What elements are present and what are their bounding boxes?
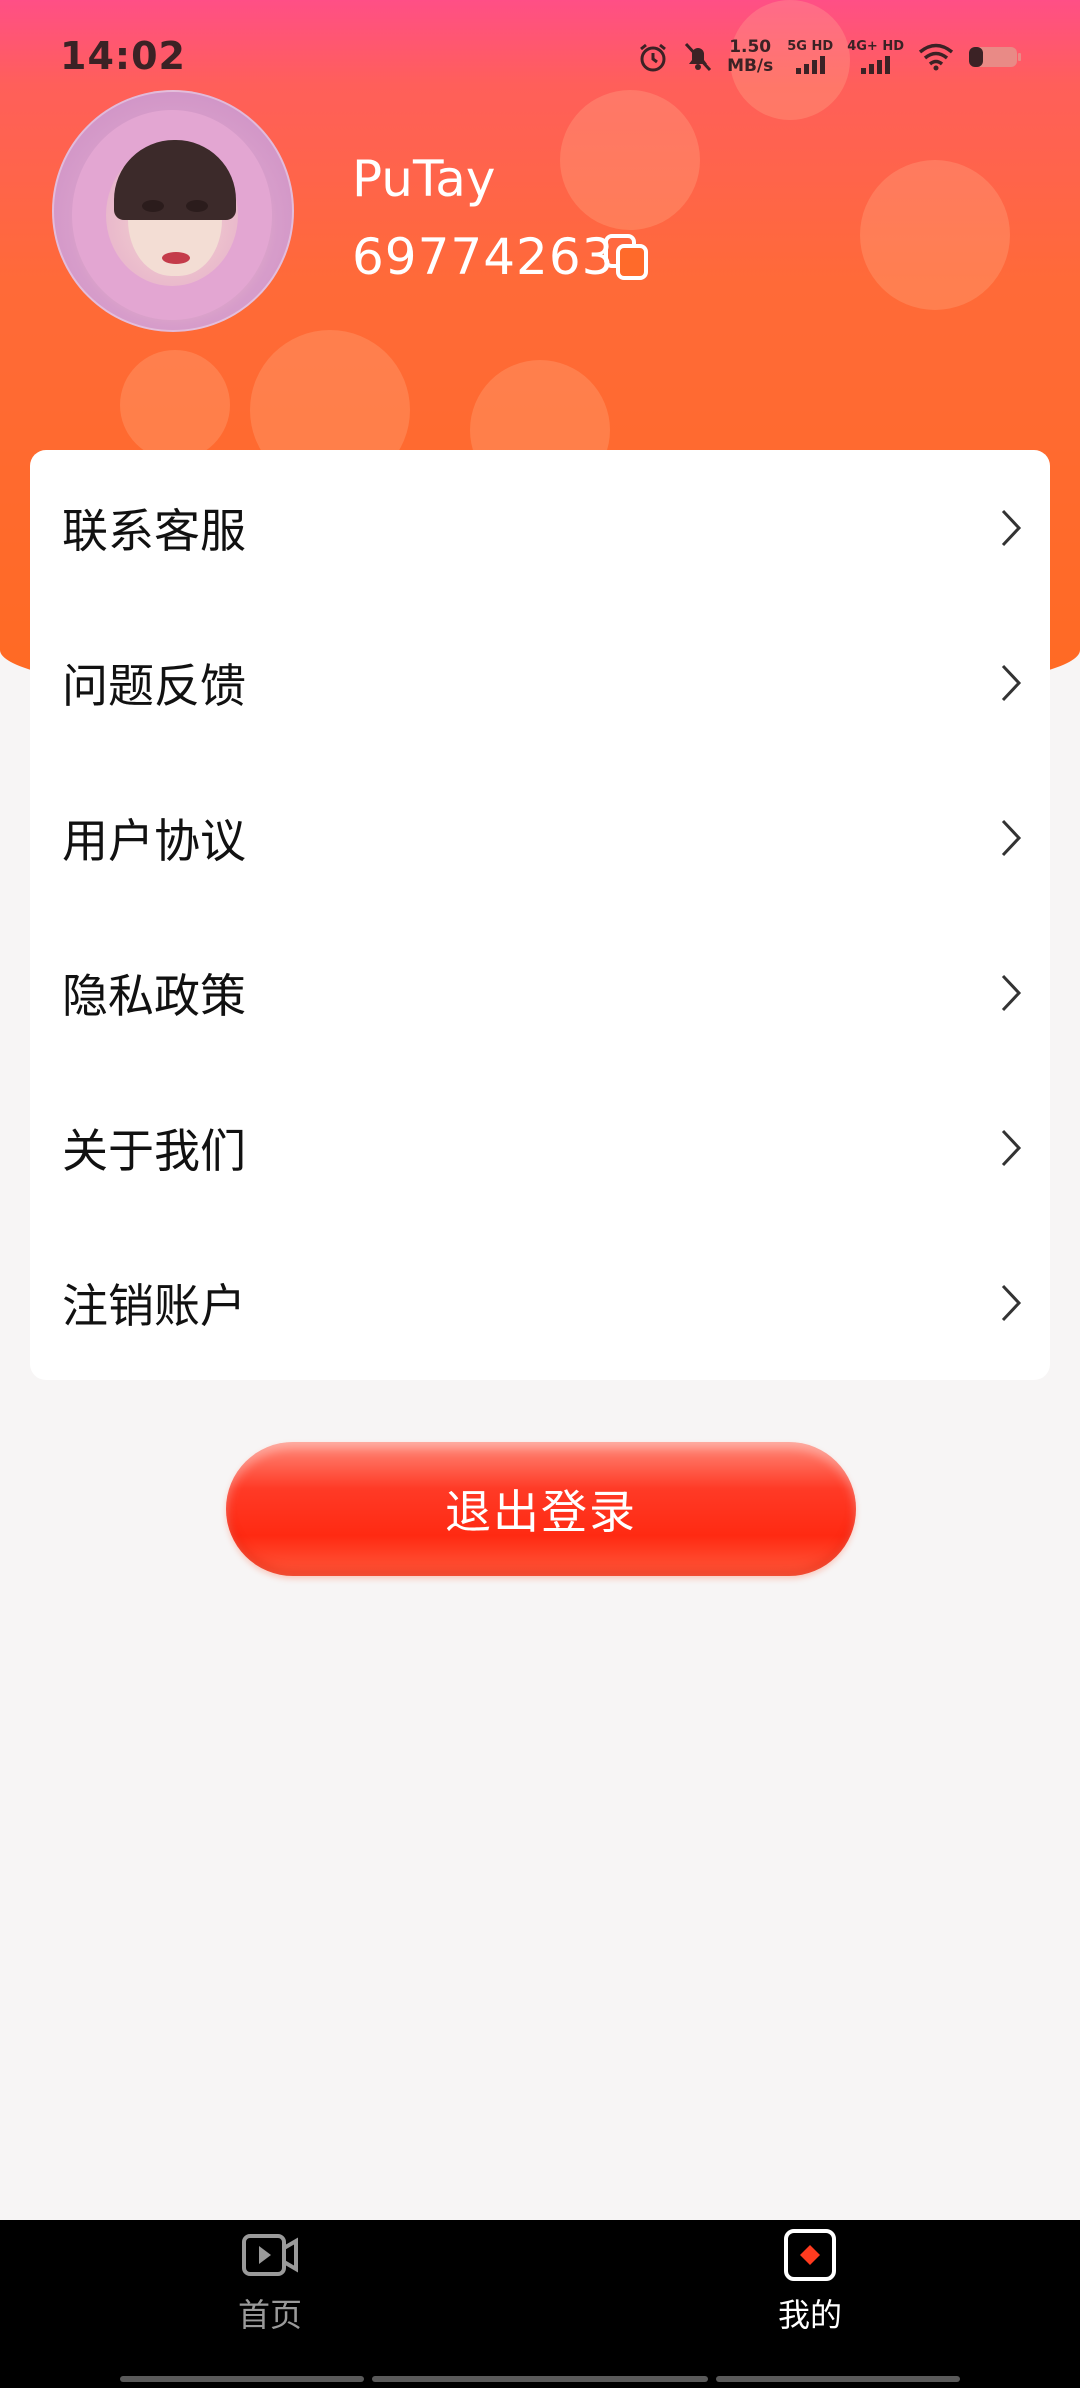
video-play-icon (242, 2234, 298, 2276)
sim2-label: 4G+ HD (847, 39, 904, 54)
nav-item-me[interactable]: 我的 (710, 2220, 910, 2370)
menu-item-label: 问题反馈 (62, 658, 246, 713)
menu-item-delete-account[interactable]: 注销账户 (30, 1225, 1050, 1380)
net-speed-unit: MB/s (727, 56, 774, 76)
menu-item-label: 联系客服 (62, 503, 246, 558)
battery-icon (969, 47, 1021, 67)
chevron-right-icon (1001, 664, 1022, 701)
mute-bell-icon (684, 42, 712, 72)
profile-square-icon (784, 2229, 836, 2281)
net-speed-value: 1.50 (729, 37, 772, 57)
chevron-right-icon (1001, 819, 1022, 856)
menu-item-contact-support[interactable]: 联系客服 (30, 450, 1050, 605)
menu-item-label: 关于我们 (62, 1123, 246, 1178)
chevron-right-icon (1001, 1284, 1022, 1321)
net-speed: 1.50 MB/s (727, 38, 773, 76)
signal-icon (795, 56, 825, 74)
chevron-right-icon (1001, 974, 1022, 1011)
menu-item-label: 注销账户 (62, 1278, 246, 1333)
menu-item-user-agreement[interactable]: 用户协议 (30, 760, 1050, 915)
user-id: 69774263 (352, 228, 615, 286)
status-time: 14:02 (60, 34, 186, 78)
gesture-bar (120, 2376, 364, 2382)
gesture-bar (372, 2376, 708, 2382)
logout-button[interactable]: 退出登录 (226, 1442, 856, 1576)
alarm-icon (640, 43, 666, 72)
nav-item-home[interactable]: 首页 (170, 2220, 370, 2370)
nav-label-me: 我的 (777, 2296, 842, 2334)
sim1-label: 5G HD (787, 39, 834, 54)
settings-menu: 联系客服 问题反馈 用户协议 隐私政策 关于我们 注销账户 (30, 450, 1050, 1380)
avatar[interactable] (52, 90, 294, 332)
signal-icon (861, 56, 891, 74)
menu-item-feedback[interactable]: 问题反馈 (30, 605, 1050, 760)
sim2-signal: 4G+ HD (847, 40, 904, 74)
copy-icon[interactable] (602, 232, 652, 282)
chevron-right-icon (1001, 1129, 1022, 1166)
gesture-bar (716, 2376, 960, 2382)
chevron-right-icon (1001, 509, 1022, 546)
sim1-signal: 5G HD (787, 40, 833, 74)
nav-label-home: 首页 (237, 2296, 302, 2334)
menu-item-about-us[interactable]: 关于我们 (30, 1070, 1050, 1225)
wifi-icon (918, 43, 954, 71)
menu-item-label: 隐私政策 (62, 968, 246, 1023)
bottom-nav: 首页 我的 (0, 2220, 1080, 2388)
status-icons: 1.50 MB/s 5G HD 4G+ HD (637, 34, 1022, 80)
menu-item-label: 用户协议 (62, 813, 246, 868)
menu-item-privacy-policy[interactable]: 隐私政策 (30, 915, 1050, 1070)
username: PuTay (352, 150, 496, 208)
